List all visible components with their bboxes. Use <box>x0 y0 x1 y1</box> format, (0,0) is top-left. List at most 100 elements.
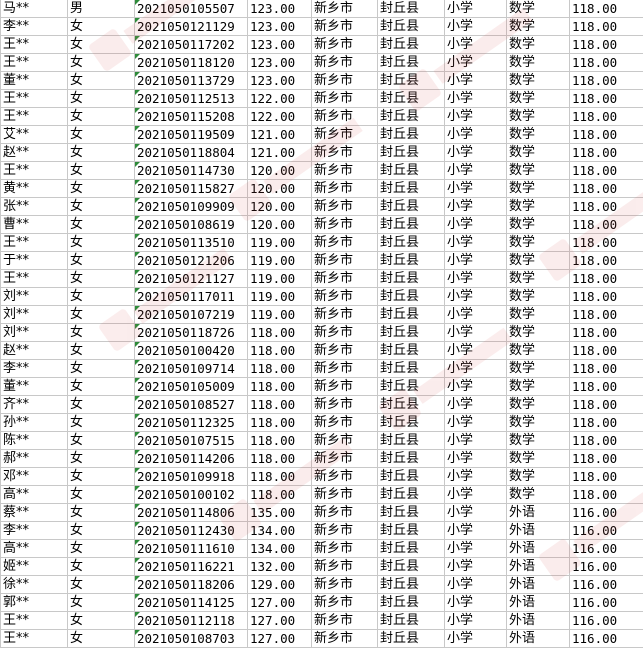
county-cell[interactable]: 封丘县 <box>377 71 445 90</box>
city-cell[interactable]: 新乡市 <box>311 359 378 378</box>
exam-id-cell[interactable]: 2021050100420 <box>134 341 248 360</box>
cutoff-score-cell[interactable]: 118.00 <box>569 449 643 468</box>
score-cell[interactable]: 132.00 <box>247 557 312 576</box>
subject-cell[interactable]: 数学 <box>506 251 570 270</box>
county-cell[interactable]: 封丘县 <box>377 449 445 468</box>
name-cell[interactable]: 王** <box>0 161 68 180</box>
school-level-cell[interactable]: 小学 <box>444 503 507 522</box>
score-cell[interactable]: 123.00 <box>247 0 312 18</box>
school-level-cell[interactable]: 小学 <box>444 0 507 18</box>
score-cell[interactable]: 122.00 <box>247 89 312 108</box>
name-cell[interactable]: 刘** <box>0 323 68 342</box>
subject-cell[interactable]: 数学 <box>506 305 570 324</box>
school-level-cell[interactable]: 小学 <box>444 359 507 378</box>
school-level-cell[interactable]: 小学 <box>444 215 507 234</box>
cutoff-score-cell[interactable]: 118.00 <box>569 287 643 306</box>
city-cell[interactable]: 新乡市 <box>311 53 378 72</box>
name-cell[interactable]: 郭** <box>0 593 68 612</box>
city-cell[interactable]: 新乡市 <box>311 89 378 108</box>
score-cell[interactable]: 120.00 <box>247 197 312 216</box>
score-cell[interactable]: 118.00 <box>247 341 312 360</box>
name-cell[interactable]: 王** <box>0 629 68 648</box>
cutoff-score-cell[interactable]: 116.00 <box>569 557 643 576</box>
county-cell[interactable]: 封丘县 <box>377 197 445 216</box>
county-cell[interactable]: 封丘县 <box>377 107 445 126</box>
exam-id-cell[interactable]: 2021050119509 <box>134 125 248 144</box>
score-cell[interactable]: 118.00 <box>247 431 312 450</box>
exam-id-cell[interactable]: 2021050115208 <box>134 107 248 126</box>
exam-id-cell[interactable]: 2021050105009 <box>134 377 248 396</box>
city-cell[interactable]: 新乡市 <box>311 467 378 486</box>
gender-cell[interactable]: 女 <box>67 251 135 270</box>
cutoff-score-cell[interactable]: 118.00 <box>569 161 643 180</box>
gender-cell[interactable]: 女 <box>67 179 135 198</box>
gender-cell[interactable]: 女 <box>67 305 135 324</box>
school-level-cell[interactable]: 小学 <box>444 341 507 360</box>
county-cell[interactable]: 封丘县 <box>377 359 445 378</box>
name-cell[interactable]: 张** <box>0 197 68 216</box>
name-cell[interactable]: 李** <box>0 521 68 540</box>
school-level-cell[interactable]: 小学 <box>444 53 507 72</box>
cutoff-score-cell[interactable]: 118.00 <box>569 431 643 450</box>
cutoff-score-cell[interactable]: 118.00 <box>569 251 643 270</box>
county-cell[interactable]: 封丘县 <box>377 17 445 36</box>
exam-id-cell[interactable]: 2021050105507 <box>134 0 248 18</box>
exam-id-cell[interactable]: 2021050100102 <box>134 485 248 504</box>
subject-cell[interactable]: 数学 <box>506 215 570 234</box>
name-cell[interactable]: 赵** <box>0 341 68 360</box>
gender-cell[interactable]: 女 <box>67 557 135 576</box>
gender-cell[interactable]: 女 <box>67 629 135 648</box>
city-cell[interactable]: 新乡市 <box>311 179 378 198</box>
city-cell[interactable]: 新乡市 <box>311 557 378 576</box>
name-cell[interactable]: 郝** <box>0 449 68 468</box>
name-cell[interactable]: 王** <box>0 233 68 252</box>
subject-cell[interactable]: 数学 <box>506 125 570 144</box>
name-cell[interactable]: 徐** <box>0 575 68 594</box>
cutoff-score-cell[interactable]: 118.00 <box>569 377 643 396</box>
school-level-cell[interactable]: 小学 <box>444 125 507 144</box>
city-cell[interactable]: 新乡市 <box>311 269 378 288</box>
name-cell[interactable]: 王** <box>0 53 68 72</box>
school-level-cell[interactable]: 小学 <box>444 233 507 252</box>
name-cell[interactable]: 齐** <box>0 395 68 414</box>
county-cell[interactable]: 封丘县 <box>377 539 445 558</box>
exam-id-cell[interactable]: 2021050113729 <box>134 71 248 90</box>
score-cell[interactable]: 134.00 <box>247 521 312 540</box>
gender-cell[interactable]: 女 <box>67 269 135 288</box>
name-cell[interactable]: 黄** <box>0 179 68 198</box>
gender-cell[interactable]: 女 <box>67 413 135 432</box>
city-cell[interactable]: 新乡市 <box>311 449 378 468</box>
school-level-cell[interactable]: 小学 <box>444 251 507 270</box>
county-cell[interactable]: 封丘县 <box>377 305 445 324</box>
city-cell[interactable]: 新乡市 <box>311 251 378 270</box>
name-cell[interactable]: 王** <box>0 611 68 630</box>
score-cell[interactable]: 118.00 <box>247 323 312 342</box>
city-cell[interactable]: 新乡市 <box>311 233 378 252</box>
name-cell[interactable]: 姬** <box>0 557 68 576</box>
subject-cell[interactable]: 外语 <box>506 521 570 540</box>
name-cell[interactable]: 蔡** <box>0 503 68 522</box>
subject-cell[interactable]: 外语 <box>506 611 570 630</box>
gender-cell[interactable]: 女 <box>67 359 135 378</box>
exam-id-cell[interactable]: 2021050108619 <box>134 215 248 234</box>
county-cell[interactable]: 封丘县 <box>377 377 445 396</box>
score-cell[interactable]: 129.00 <box>247 575 312 594</box>
exam-id-cell[interactable]: 2021050121206 <box>134 251 248 270</box>
city-cell[interactable]: 新乡市 <box>311 107 378 126</box>
score-cell[interactable]: 123.00 <box>247 35 312 54</box>
cutoff-score-cell[interactable]: 118.00 <box>569 35 643 54</box>
cutoff-score-cell[interactable]: 116.00 <box>569 593 643 612</box>
county-cell[interactable]: 封丘县 <box>377 251 445 270</box>
school-level-cell[interactable]: 小学 <box>444 485 507 504</box>
name-cell[interactable]: 艾** <box>0 125 68 144</box>
cutoff-score-cell[interactable]: 116.00 <box>569 611 643 630</box>
exam-id-cell[interactable]: 2021050121127 <box>134 269 248 288</box>
city-cell[interactable]: 新乡市 <box>311 71 378 90</box>
exam-id-cell[interactable]: 2021050108703 <box>134 629 248 648</box>
city-cell[interactable]: 新乡市 <box>311 521 378 540</box>
school-level-cell[interactable]: 小学 <box>444 71 507 90</box>
name-cell[interactable]: 邓** <box>0 467 68 486</box>
name-cell[interactable]: 李** <box>0 17 68 36</box>
school-level-cell[interactable]: 小学 <box>444 377 507 396</box>
city-cell[interactable]: 新乡市 <box>311 287 378 306</box>
